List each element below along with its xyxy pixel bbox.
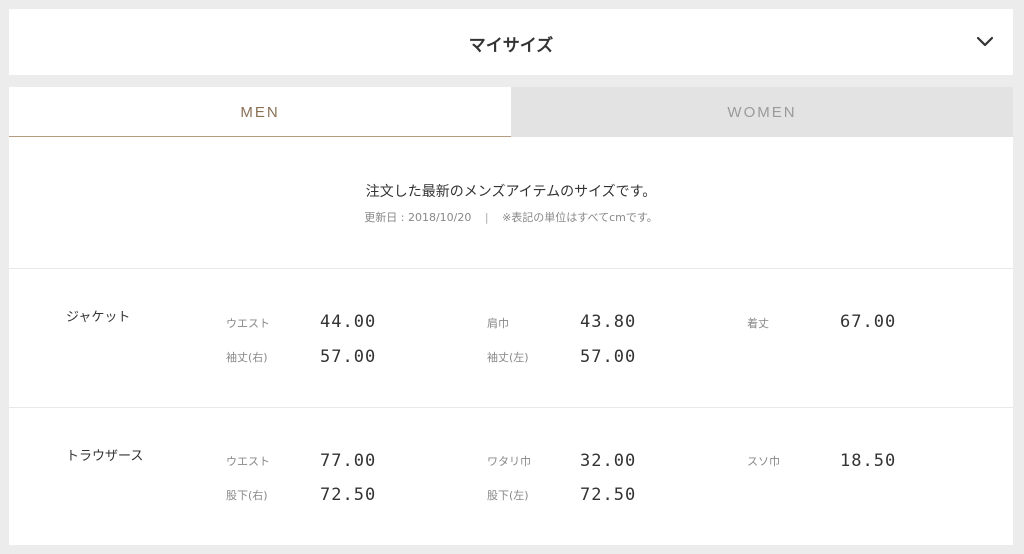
measurement-label: 袖丈(左) xyxy=(487,351,529,364)
measurement-value: 72.50 xyxy=(320,485,377,505)
measurement-label: 着丈 xyxy=(747,317,769,330)
divider xyxy=(9,407,1013,408)
chevron-down-icon[interactable] xyxy=(975,33,995,49)
intro-message: 注文した最新のメンズアイテムのサイズです。 xyxy=(365,184,657,200)
measurement-label: ワタリ巾 xyxy=(487,455,531,468)
intro-note: 更新日 : 2018/10/20 | ※表記の単位はすべてcmです。 xyxy=(9,209,1013,225)
measurement-value: 18.50 xyxy=(840,451,897,471)
measurement-value: 43.80 xyxy=(580,312,637,332)
updated-date: 更新日 : 2018/10/20 xyxy=(364,211,472,224)
item-name: ジャケット xyxy=(66,310,131,325)
measurement-label: スソ巾 xyxy=(747,455,780,468)
divider xyxy=(9,268,1013,269)
measurement-value: 57.00 xyxy=(580,347,637,367)
tab-women[interactable]: WOMEN xyxy=(511,87,1013,137)
unit-note: ※表記の単位はすべてcmです。 xyxy=(502,211,658,224)
measurement-value: 77.00 xyxy=(320,451,377,471)
measurement-value: 44.00 xyxy=(320,312,377,332)
item-name: トラウザース xyxy=(66,449,144,464)
measurement-value: 32.00 xyxy=(580,451,637,471)
measurement-label: 股下(左) xyxy=(487,489,529,502)
my-size-header[interactable]: マイサイズ xyxy=(9,9,1013,75)
measurement-label: 肩巾 xyxy=(487,317,509,330)
measurement-value: 72.50 xyxy=(580,485,637,505)
measurement-value: 57.00 xyxy=(320,347,377,367)
measurement-label: ウエスト xyxy=(226,455,270,468)
measurement-label: ウエスト xyxy=(226,317,270,330)
size-panel: MEN WOMEN 注文した最新のメンズアイテムのサイズです。 更新日 : 20… xyxy=(9,87,1013,545)
page-title: マイサイズ xyxy=(468,36,554,56)
separator: | xyxy=(484,211,489,224)
measurement-value: 67.00 xyxy=(840,312,897,332)
tab-men[interactable]: MEN xyxy=(9,87,511,137)
measurement-label: 袖丈(右) xyxy=(226,351,268,364)
gender-tabs: MEN WOMEN xyxy=(9,87,1013,137)
measurement-label: 股下(右) xyxy=(226,489,268,502)
